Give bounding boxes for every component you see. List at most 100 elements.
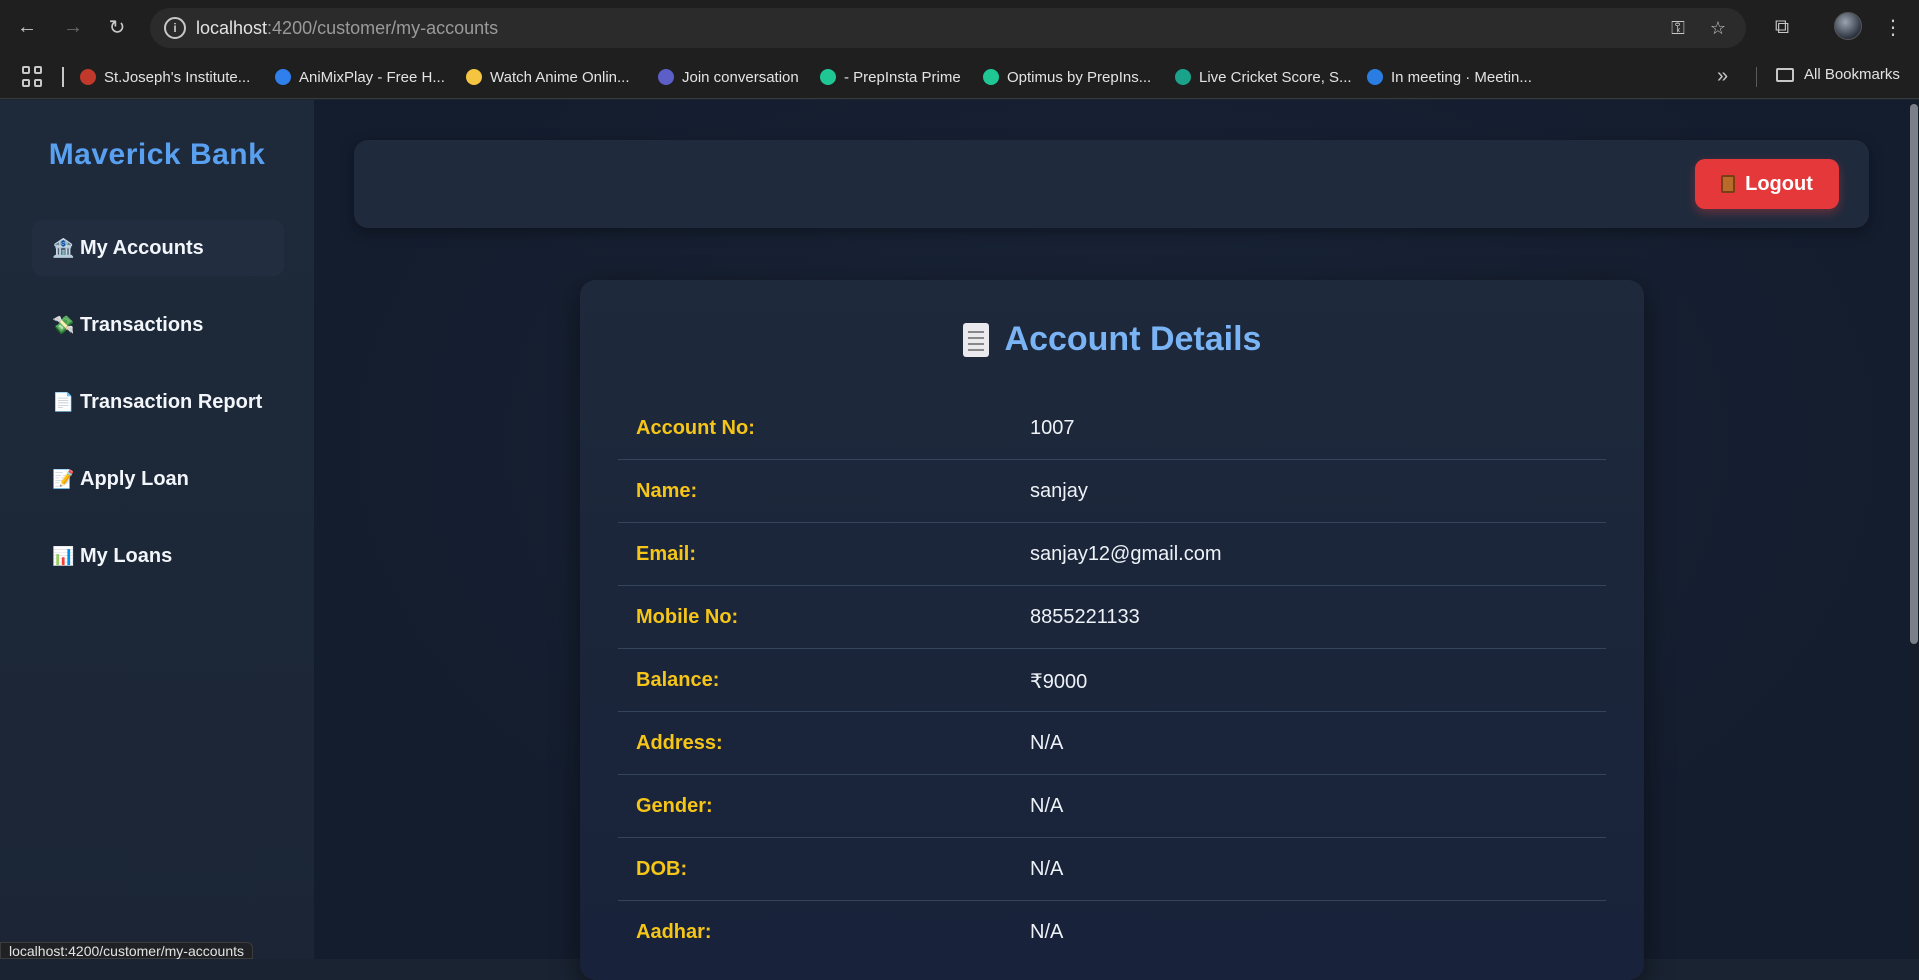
detail-label: Account No: [636,417,755,439]
bookmark-label: Optimus by PrepIns... [1007,68,1152,86]
bookmark-item[interactable]: St.Joseph's Institute... [80,66,250,88]
bookmark-star-icon[interactable]: ☆ [1706,17,1730,39]
reload-icon[interactable]: ↻ [102,12,132,42]
sidebar-item-transaction-report[interactable]: 📄 Transaction Report [32,374,284,430]
nav-emoji-icon: 💸 [52,314,75,335]
bookmarks-separator [62,67,64,87]
detail-value: sanjay [1030,480,1088,502]
sidebar-item-label: Transactions [80,313,204,336]
sidebar-item-transactions[interactable]: 💸 Transactions [32,297,284,353]
detail-value: N/A [1030,921,1064,943]
sidebar-item-my-accounts[interactable]: 🏦 My Accounts [32,220,284,276]
bookmark-label: St.Joseph's Institute... [104,68,251,86]
bookmarks-bar: St.Joseph's Institute... AniMixPlay - Fre… [0,55,1919,99]
detail-value: ₹9000 [1030,671,1088,693]
detail-value: sanjay12@gmail.com [1030,543,1222,565]
logout-button[interactable]: Logout [1695,159,1839,209]
password-key-icon[interactable]: ⚿ [1666,17,1690,39]
detail-row: DOB: N/A [618,838,1606,901]
detail-row: Gender: N/A [618,775,1606,838]
sidebar-item-my-loans[interactable]: 📊 My Loans [32,528,284,584]
account-details-card: Account Details Account No: 1007 Name: sanj… [580,280,1644,980]
account-details-title: Account Details [1004,320,1262,358]
scrollbar-thumb[interactable] [1910,104,1918,644]
animixplay-favicon-icon [275,69,291,85]
bookmark-label: In meeting · Meetin... [1391,68,1532,86]
detail-label: Address: [636,732,723,754]
bookmark-label: AniMixPlay - Free H... [299,68,445,86]
all-bookmarks[interactable]: All Bookmarks [1776,66,1900,83]
extensions-icon[interactable]: ⧉ [1768,13,1796,41]
bookmark-item[interactable]: Optimus by PrepIns... [983,66,1151,88]
detail-value: N/A [1030,732,1064,754]
bookmark-item[interactable]: Live Cricket Score, S... [1175,66,1352,88]
all-bookmarks-label: All Bookmarks [1804,66,1900,83]
address-bar[interactable]: i localhost:4200/customer/my-accounts ⚿ … [150,8,1746,48]
folder-icon [1776,67,1794,82]
prepinsta-favicon-icon [820,69,836,85]
menu-kebab-icon[interactable]: ⋮ [1879,13,1907,41]
back-icon[interactable]: ← [12,12,42,42]
detail-row: Mobile No: 8855221133 [618,586,1606,649]
detail-label: Email: [636,543,697,565]
nav-emoji-icon: 📄 [52,391,75,412]
detail-row: Name: sanjay [618,460,1606,523]
bookmark-item[interactable]: Join conversation [658,66,799,88]
site-info-icon[interactable]: i [164,17,186,39]
detail-value: N/A [1030,795,1064,817]
page-scrollbar[interactable] [1909,100,1919,959]
cricbuzz-favicon-icon [1175,69,1191,85]
more-bookmarks-icon[interactable]: » [1717,65,1728,88]
status-bar-url: localhost:4200/customer/my-accounts [0,942,253,959]
stjosephs-favicon-icon [80,69,96,85]
bookmark-item[interactable]: Watch Anime Onlin... [466,66,630,88]
bookmark-item[interactable]: AniMixPlay - Free H... [275,66,445,88]
bookmark-label: - PrepInsta Prime [844,68,961,86]
bookmark-item[interactable]: In meeting · Meetin... [1367,66,1532,88]
bookmark-item[interactable]: - PrepInsta Prime [820,66,961,88]
bookmark-label: Live Cricket Score, S... [1199,68,1352,86]
detail-label: Aadhar: [636,921,712,943]
account-details-heading: Account Details [580,320,1644,359]
detail-row: Address: N/A [618,712,1606,775]
detail-value: N/A [1030,858,1064,880]
teams-favicon-icon [658,69,674,85]
detail-label: DOB: [636,858,688,880]
address-url[interactable]: localhost:4200/customer/my-accounts [196,18,498,39]
forward-icon[interactable]: → [58,12,88,42]
sidebar: Maverick Bank 🏦 My Accounts 💸 Transactions 📄… [0,100,314,959]
detail-row: Account No: 1007 [618,397,1606,460]
anime-favicon-icon [466,69,482,85]
detail-value: 8855221133 [1030,606,1140,628]
webex-favicon-icon [1367,69,1383,85]
main-content: Logout Account Details Account No: 1007 Na… [314,100,1919,980]
detail-label: Name: [636,480,698,502]
detail-row: Balance: ₹9000 [618,649,1606,712]
sidebar-item-label: Apply Loan [80,467,189,490]
sidebar-item-apply-loan[interactable]: 📝 Apply Loan [32,451,284,507]
detail-label: Balance: [636,669,720,691]
apps-grid-icon[interactable] [22,66,44,88]
detail-row: Email: sanjay12@gmail.com [618,523,1606,586]
brand-title: Maverick Bank [48,138,266,171]
detail-row: Aadhar: N/A [618,901,1606,964]
logout-label: Logout [1745,172,1813,195]
profile-avatar[interactable] [1834,12,1862,40]
door-icon [1721,175,1736,193]
nav-emoji-icon: 📊 [52,545,75,566]
sidebar-item-label: My Accounts [80,236,204,259]
detail-label: Gender: [636,795,713,817]
browser-toolbar: ← → ↻ i localhost:4200/customer/my-accou… [0,0,1919,55]
sidebar-item-label: My Loans [80,544,173,567]
detail-value: 1007 [1030,417,1075,439]
bookmark-label: Join conversation [682,68,799,86]
nav-emoji-icon: 📝 [52,468,75,489]
optimus-favicon-icon [983,69,999,85]
nav-emoji-icon: 🏦 [52,237,75,258]
detail-label: Mobile No: [636,606,739,628]
bookmark-label: Watch Anime Onlin... [490,68,630,86]
sidebar-item-label: Transaction Report [80,390,263,413]
top-header: Logout [354,140,1869,228]
receipt-icon [962,322,989,357]
bookmarks-divider [1756,67,1757,87]
